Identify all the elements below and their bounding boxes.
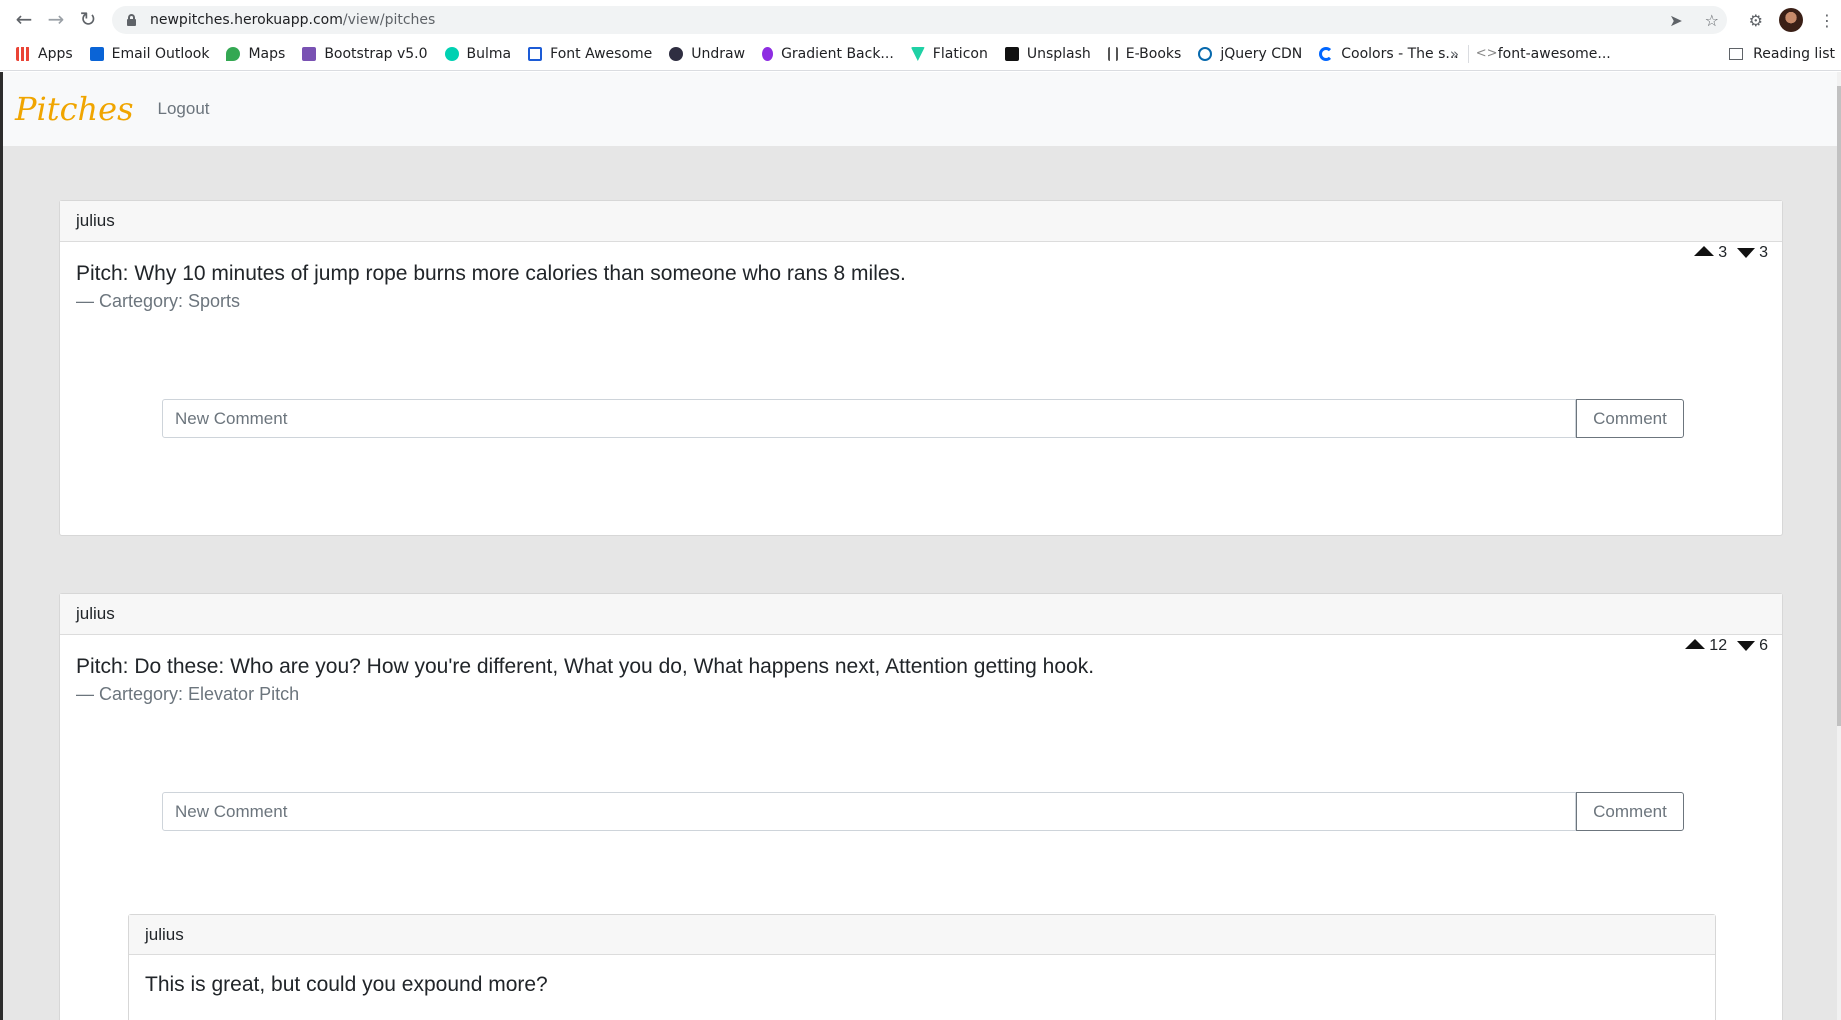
- bookmark-ebooks[interactable]: E-Books: [1107, 46, 1181, 62]
- bookmark-undraw[interactable]: Undraw: [669, 46, 745, 62]
- pitch-author: julius: [60, 594, 1782, 635]
- coolors-icon: [1319, 47, 1334, 61]
- pitch-card: julius 12 6 Pitch: Do these: Who are you…: [59, 593, 1783, 1020]
- pitch-category: — Cartegory: Elevator Pitch: [76, 684, 300, 704]
- reading-list-icon: [1729, 48, 1744, 60]
- flaticon-icon: [910, 47, 925, 61]
- bookmark-font-awesome-cdn[interactable]: <> font-awesome...: [1476, 46, 1611, 62]
- bookmark-coolors[interactable]: Coolors - The s...: [1319, 46, 1459, 62]
- comment-card: julius This is great, but could you expo…: [128, 914, 1716, 1020]
- url-host: newpitches.herokuapp.com: [150, 12, 343, 28]
- site-navbar: Pitches Logout: [3, 72, 1837, 146]
- bookmark-apps[interactable]: Apps: [16, 46, 73, 62]
- pitch-text: Pitch: Do these: Who are you? How you're…: [76, 655, 1095, 678]
- lock-icon: [126, 14, 136, 26]
- bookmarks-more-chevron-icon[interactable]: »: [1450, 45, 1459, 63]
- code-icon: <>: [1475, 46, 1498, 61]
- unsplash-icon: [1004, 47, 1019, 61]
- bookmarks-bar: Apps Email Outlook Maps Bootstrap v5.0 B…: [0, 38, 1841, 71]
- vote-controls: 12 6: [1685, 637, 1768, 655]
- bookmark-maps[interactable]: Maps: [226, 46, 285, 62]
- menu-kebab-icon[interactable]: ⋮: [1819, 11, 1835, 30]
- maps-pin-icon: [226, 47, 241, 61]
- downvote-icon[interactable]: [1737, 248, 1756, 258]
- page-scrollbar[interactable]: [1837, 72, 1841, 1020]
- gradient-drop-icon: [762, 47, 774, 61]
- star-icon[interactable]: ☆: [1705, 11, 1719, 30]
- bookmark-font-awesome[interactable]: Font Awesome: [528, 46, 652, 62]
- upvote-count: 12: [1709, 637, 1728, 654]
- scrollbar-thumb[interactable]: [1837, 86, 1841, 726]
- bookmark-gradient-back[interactable]: Gradient Back...: [762, 46, 894, 62]
- new-comment-input[interactable]: [162, 399, 1576, 438]
- pitch-author: julius: [60, 201, 1782, 242]
- bookmark-bulma[interactable]: Bulma: [444, 46, 511, 62]
- forward-icon[interactable]: →: [42, 5, 70, 33]
- downvote-icon[interactable]: [1737, 641, 1756, 651]
- bookmark-flaticon[interactable]: Flaticon: [910, 46, 988, 62]
- comment-author: julius: [129, 915, 1715, 955]
- upvote-count: 3: [1718, 244, 1728, 261]
- apps-grid-icon: [16, 47, 30, 61]
- reload-icon[interactable]: ↻: [74, 5, 102, 33]
- pitch-card: julius 3 3 Pitch: Why 10 minutes of jump…: [59, 200, 1783, 536]
- comment-button[interactable]: Comment: [1576, 792, 1684, 831]
- brand-logo[interactable]: Pitches: [15, 90, 134, 128]
- pitch-text: Pitch: Why 10 minutes of jump rope burns…: [76, 262, 906, 285]
- pitch-category: — Cartegory: Sports: [76, 291, 241, 311]
- bulma-icon: [444, 47, 459, 61]
- pitch-body: 12 6 Pitch: Do these: Who are you? How y…: [60, 635, 1782, 707]
- bootstrap-icon: [302, 47, 317, 61]
- ebooks-icon: [1107, 47, 1118, 61]
- bookmark-jquery-cdn[interactable]: jQuery CDN: [1198, 46, 1302, 62]
- back-icon[interactable]: ←: [10, 5, 38, 33]
- bookmark-bootstrap[interactable]: Bootstrap v5.0: [302, 46, 428, 62]
- bookmark-email-outlook[interactable]: Email Outlook: [89, 46, 209, 62]
- profile-avatar[interactable]: [1779, 8, 1803, 32]
- upvote-icon[interactable]: [1685, 639, 1706, 649]
- jquery-icon: [1198, 47, 1213, 61]
- send-icon[interactable]: ➤: [1669, 11, 1682, 30]
- address-bar[interactable]: newpitches.herokuapp.com/view/pitches ➤ …: [112, 6, 1727, 34]
- reading-list-button[interactable]: Reading list: [1729, 46, 1835, 62]
- comment-form: Comment: [162, 399, 1684, 438]
- downvote-count: 6: [1759, 637, 1768, 654]
- url-path: /view/pitches: [342, 12, 436, 28]
- vote-controls: 3 3: [1694, 244, 1768, 262]
- bookmarks-divider: [1468, 45, 1469, 63]
- downvote-count: 3: [1759, 244, 1768, 261]
- bookmark-unsplash[interactable]: Unsplash: [1004, 46, 1091, 62]
- comment-form: Comment: [162, 792, 1684, 831]
- outlook-icon: [89, 47, 104, 61]
- new-comment-input[interactable]: [162, 792, 1576, 831]
- page-content: Pitches Logout julius 3 3 Pitch: Why 10 …: [3, 72, 1837, 1020]
- undraw-icon: [669, 47, 684, 61]
- comment-text: This is great, but could you expound mor…: [145, 973, 548, 996]
- logout-link[interactable]: Logout: [158, 99, 210, 119]
- pitch-body: 3 3 Pitch: Why 10 minutes of jump rope b…: [60, 242, 1782, 314]
- extensions-icon[interactable]: ⚙: [1749, 11, 1763, 30]
- comment-button[interactable]: Comment: [1576, 399, 1684, 438]
- upvote-icon[interactable]: [1694, 246, 1715, 256]
- flag-icon: [528, 47, 543, 61]
- browser-toolbar: ← → ↻ newpitches.herokuapp.com/view/pitc…: [0, 0, 1841, 38]
